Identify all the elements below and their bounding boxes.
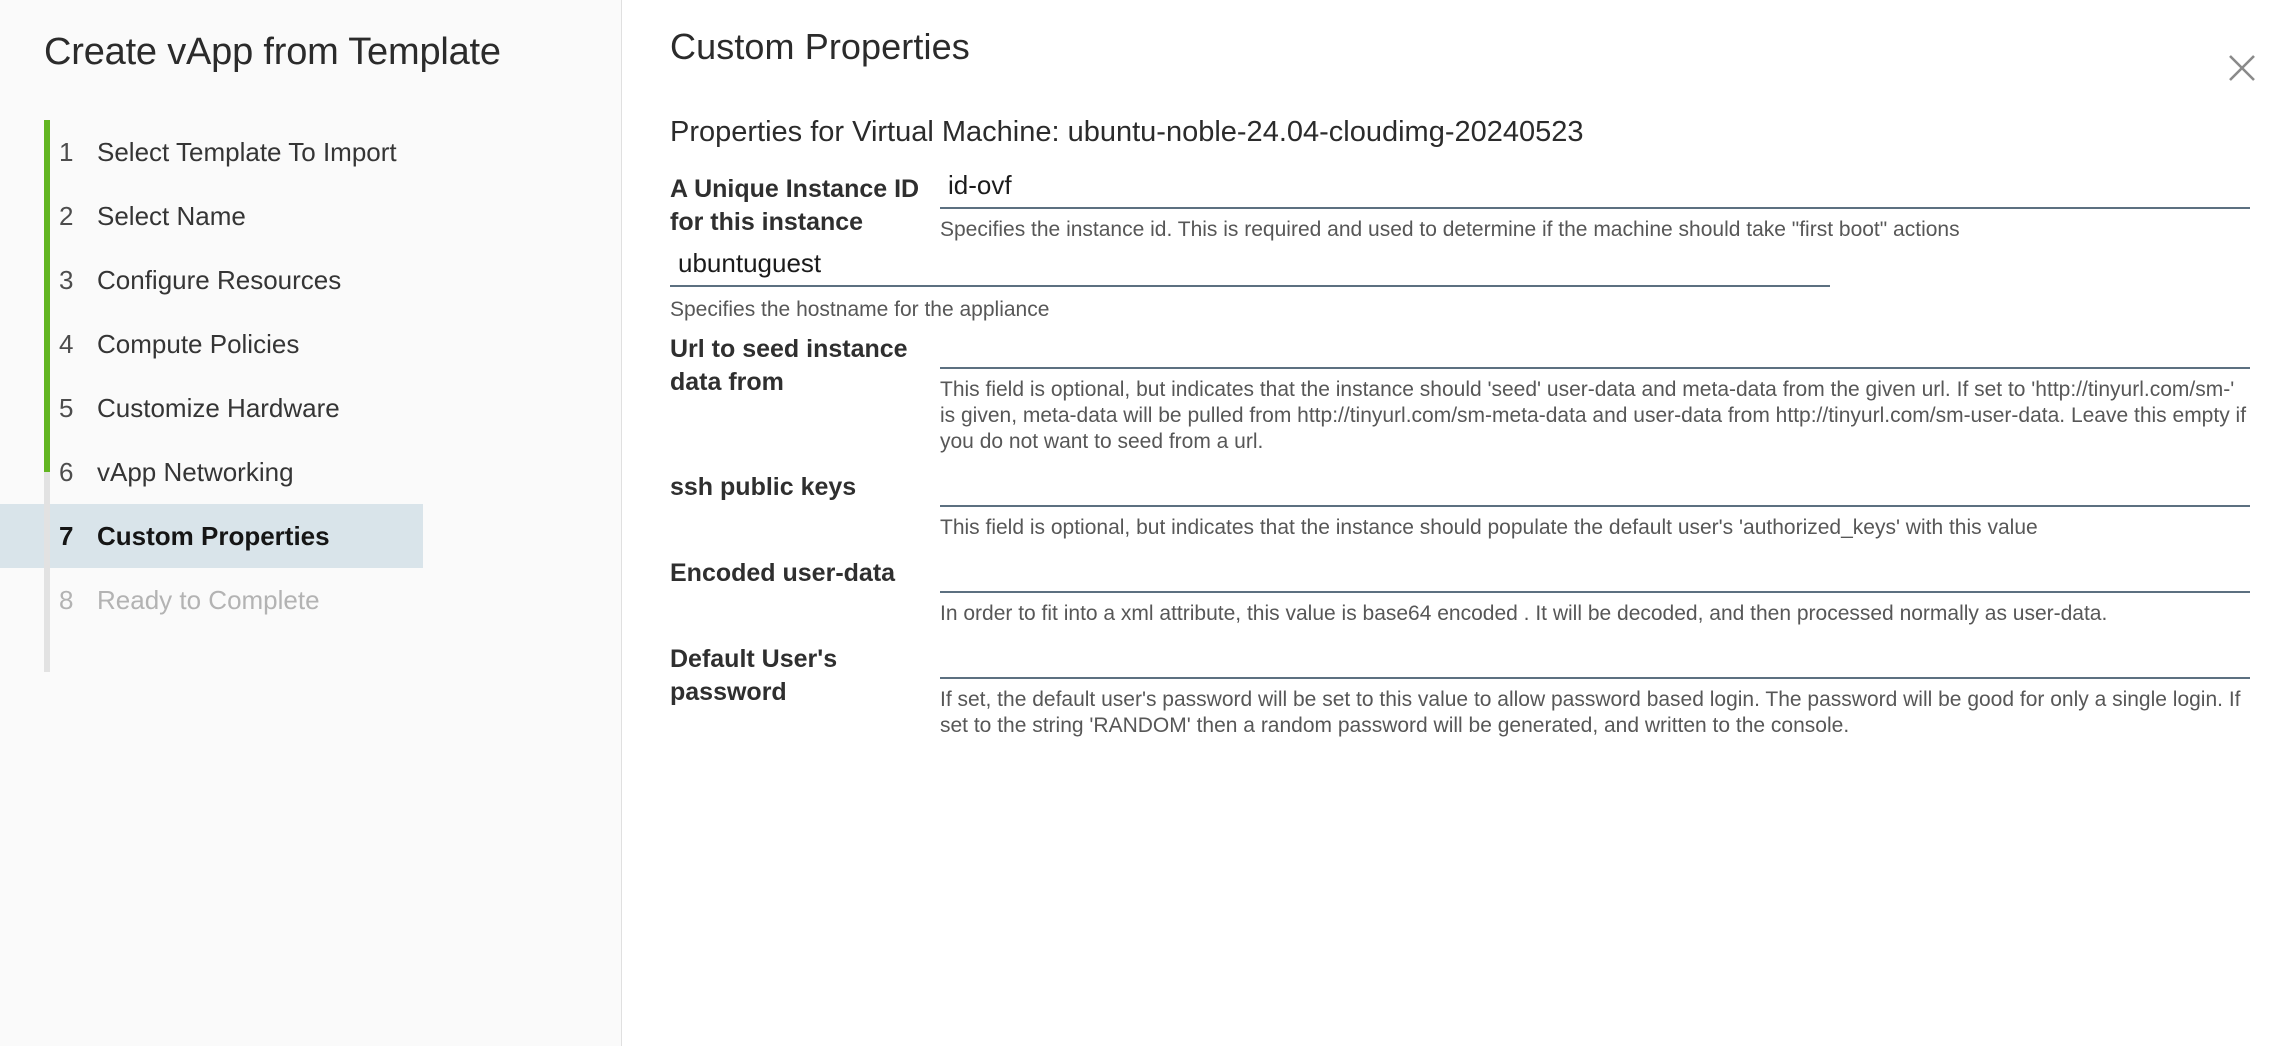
step-label: vApp Networking — [97, 456, 294, 487]
field-row-seed-url: Url to seed instance data from This fiel… — [670, 327, 2250, 455]
page-title: Custom Properties — [670, 26, 970, 67]
step-number: 1 — [59, 136, 74, 167]
wizard-steps: 1 Select Template To Import 2 Select Nam… — [0, 120, 621, 672]
step-label: Customize Hardware — [97, 392, 340, 423]
field-row-instance-id: A Unique Instance ID for this instance S… — [670, 167, 2250, 243]
step-number: 6 — [59, 456, 74, 487]
hostname-help: Specifies the hostname for the appliance — [670, 298, 1050, 321]
ssh-keys-control: This field is optional, but indicates th… — [940, 465, 2250, 541]
field-row-user-data: Encoded user-data In order to fit into a… — [670, 551, 2250, 627]
user-data-control: In order to fit into a xml attribute, th… — [940, 551, 2250, 627]
user-data-input[interactable] — [940, 551, 2250, 593]
sidebar-step-5[interactable]: 5 Customize Hardware — [0, 376, 621, 440]
vm-subtitle: Properties for Virtual Machine: ubuntu-n… — [670, 116, 1584, 148]
step-label: Compute Policies — [97, 328, 300, 359]
password-input[interactable] — [940, 637, 2250, 679]
sidebar-step-3[interactable]: 3 Configure Resources — [0, 248, 621, 312]
sidebar-step-1[interactable]: 1 Select Template To Import — [0, 120, 621, 184]
wizard-main-panel: Custom Properties Properties for Virtual… — [622, 0, 2292, 1046]
ssh-keys-label: ssh public keys — [670, 473, 857, 501]
sidebar-step-2[interactable]: 2 Select Name — [0, 184, 621, 248]
wizard-sidebar: Create vApp from Template 1 Select Templ… — [0, 0, 622, 1046]
seed-url-label: Url to seed instance data from — [670, 335, 908, 396]
instance-id-label: A Unique Instance ID for this instance — [670, 175, 920, 236]
step-number: 4 — [59, 328, 74, 359]
password-help: If set, the default user's password will… — [940, 688, 2241, 737]
user-data-help: In order to fit into a xml attribute, th… — [940, 602, 2108, 625]
custom-properties-form: A Unique Instance ID for this instance S… — [622, 167, 2292, 739]
ssh-keys-help: This field is optional, but indicates th… — [940, 516, 2038, 539]
step-number: 8 — [59, 584, 74, 615]
step-label: Select Template To Import — [97, 136, 397, 167]
progress-fill — [44, 120, 50, 472]
step-number: 5 — [59, 392, 74, 423]
sidebar-step-7[interactable]: 7 Custom Properties — [0, 504, 423, 568]
sidebar-step-8: 8 Ready to Complete — [0, 568, 621, 632]
seed-url-help: This field is optional, but indicates th… — [940, 378, 2247, 453]
password-control: If set, the default user's password will… — [940, 637, 2250, 739]
wizard-title: Create vApp from Template — [44, 31, 501, 73]
field-row-password: Default User's password If set, the defa… — [670, 637, 2250, 739]
create-vapp-wizard: Create vApp from Template 1 Select Templ… — [0, 0, 2292, 1046]
instance-id-help: Specifies the instance id. This is requi… — [940, 218, 1960, 241]
field-row-hostname: Specifies the hostname for the appliance — [670, 245, 2250, 323]
user-data-label: Encoded user-data — [670, 559, 896, 587]
step-number: 7 — [59, 520, 74, 551]
sidebar-step-6[interactable]: 6 vApp Networking — [0, 440, 621, 504]
close-button[interactable] — [2218, 44, 2266, 92]
instance-id-control: Specifies the instance id. This is requi… — [940, 167, 2250, 243]
close-icon — [2229, 55, 2255, 81]
sidebar-step-4[interactable]: 4 Compute Policies — [0, 312, 621, 376]
step-number: 2 — [59, 200, 74, 231]
step-label: Select Name — [97, 200, 246, 231]
step-label: Custom Properties — [97, 520, 330, 551]
field-row-ssh-keys: ssh public keys This field is optional, … — [670, 465, 2250, 541]
step-number: 3 — [59, 264, 74, 295]
step-label: Ready to Complete — [97, 584, 320, 615]
hostname-input[interactable] — [670, 245, 1830, 287]
seed-url-input[interactable] — [940, 327, 2250, 369]
ssh-keys-input[interactable] — [940, 465, 2250, 507]
password-label: Default User's password — [670, 645, 838, 706]
instance-id-input[interactable] — [940, 167, 2250, 209]
seed-url-control: This field is optional, but indicates th… — [940, 327, 2250, 455]
step-label: Configure Resources — [97, 264, 342, 295]
